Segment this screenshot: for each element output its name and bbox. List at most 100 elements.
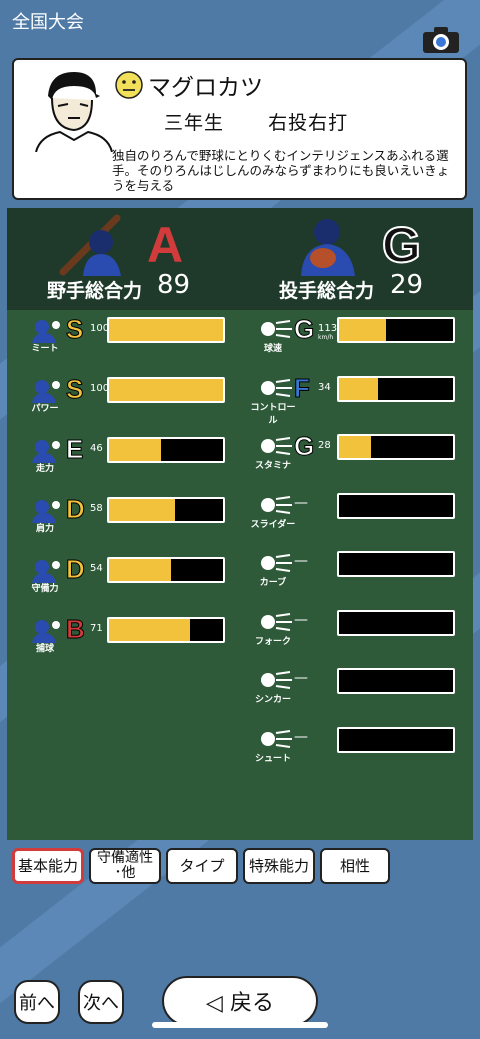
fielder-stat-rank: B: [66, 614, 86, 645]
fielder-stat-bar-fill: [109, 499, 176, 521]
pitcher-stat-label: カーブ: [259, 578, 287, 588]
tab-type[interactable]: タイプ: [166, 848, 238, 884]
camera-icon[interactable]: [422, 26, 460, 54]
pitcher-stat-bar: [337, 492, 455, 519]
next-button[interactable]: 次へ: [78, 980, 124, 1024]
pitcher-stat-bar-fill: [339, 377, 378, 400]
fielder-stat-label: 走力: [35, 464, 54, 474]
fielder-stat-value: 54: [90, 563, 103, 574]
pitcher-stat-bar: [337, 551, 455, 577]
pitcher-stat-rank: G: [293, 431, 315, 462]
fielder-stat-value: 46: [90, 443, 103, 454]
tab-special-ability[interactable]: 特殊能力: [243, 848, 315, 884]
fielder-row: ミート S 100: [22, 314, 227, 354]
pitcher-stat-value: 34: [318, 381, 331, 393]
pitcher-overall-rank: G: [381, 216, 422, 274]
pitcher-stat-bar: [337, 317, 455, 343]
fielder-stat-rank: S: [65, 314, 84, 345]
fielder-overall-label: 野手総合力: [47, 280, 143, 302]
pitcher-icon: [301, 219, 355, 276]
fielder-overall-rank: A: [147, 217, 184, 273]
pitcher-stat-rank: G: [293, 314, 315, 345]
pitcher-stat-bar-fill: [339, 436, 371, 458]
fielder-stat-bar-fill: [109, 619, 190, 641]
pitcher-stat-label: スタミナ: [254, 461, 291, 471]
pitcher-row: フォーク —: [250, 609, 457, 647]
pitcher-row: スライダー —: [250, 492, 457, 530]
pitcher-stat-bar: [337, 375, 455, 402]
pitcher-row: コントロール F 34: [250, 372, 457, 426]
fielder-stat-bar-fill: [109, 559, 171, 581]
fielder-stat-label: 捕球: [35, 644, 54, 654]
fielder-stat-bar-fill: [109, 319, 223, 341]
pitcher-stat-value: 28: [318, 440, 331, 451]
batter-icon: [59, 214, 121, 276]
fielder-stat-value: 58: [90, 503, 103, 514]
fielder-stat-bar: [107, 617, 225, 643]
player-grade-hand: 三年生 右投右打: [164, 108, 348, 135]
pitcher-row: シンカー —: [250, 668, 457, 705]
pitcher-stat-rank: F: [294, 372, 311, 403]
fielder-row: 守備力 D 54: [22, 554, 227, 594]
pitcher-stat-value: 113: [318, 323, 338, 334]
home-indicator: [152, 1022, 328, 1028]
fielder-stat-bar-fill: [109, 379, 223, 401]
pitcher-stat-value: —: [294, 553, 308, 569]
pitcher-stat-label: シンカー: [254, 695, 291, 705]
tab-compatibility[interactable]: 相性: [320, 848, 390, 884]
pitcher-overall-value: 29: [390, 270, 424, 300]
pitcher-stat-bar: [337, 609, 455, 636]
pitcher-stat-label: コントロール: [250, 402, 296, 426]
pitcher-row: カーブ —: [250, 551, 457, 588]
neutral-mood-icon: [115, 71, 143, 99]
fielder-stat-bar-fill: [109, 439, 162, 461]
pitcher-stat-value: —: [294, 728, 308, 745]
pitcher-stat-value: —: [294, 611, 308, 628]
pitcher-stat-bar: [337, 434, 455, 460]
pitcher-stat-unit: km/h: [318, 334, 334, 341]
fielder-stat-bar: [107, 497, 225, 523]
player-profile-card: マグロカツ 三年生 右投右打 独自のりろんで野球にとりくむインテリジェンスあふれ…: [12, 58, 467, 200]
pitcher-overall-label: 投手総合力: [279, 280, 375, 302]
fielder-stat-value: 71: [90, 623, 103, 634]
pitcher-stat-bar: [337, 668, 455, 694]
pitcher-row: スタミナ G 28: [250, 431, 457, 471]
fielder-stat-bar: [107, 377, 225, 403]
back-button[interactable]: ◁ 戻る: [162, 976, 318, 1026]
pitcher-stat-bar: [337, 726, 455, 753]
tab-basic-ability[interactable]: 基本能力: [12, 848, 84, 884]
fielder-stat-label: 肩力: [35, 524, 54, 534]
player-hand: 右投右打: [268, 112, 349, 134]
player-grade: 三年生: [164, 112, 225, 134]
player-description: 独自のりろんで野球にとりくむインテリジェンスあふれる選手。そのりろんはじしんのみ…: [112, 148, 450, 193]
pitcher-stat-value: —: [294, 670, 308, 686]
pitcher-stat-label: 球速: [263, 344, 282, 354]
pitcher-stat-value: —: [294, 494, 308, 511]
player-name: マグロカツ: [148, 75, 263, 101]
fielder-row: パワー S 100: [22, 374, 227, 414]
fielder-stat-rank: D: [66, 494, 86, 525]
fielder-stat-label: パワー: [31, 404, 59, 414]
pitcher-stat-bar-fill: [339, 319, 386, 341]
fielder-stat-rank: E: [65, 434, 84, 465]
fielder-stat-rank: D: [66, 554, 86, 585]
fielder-stat-label: ミート: [31, 344, 59, 354]
fielder-stat-bar: [107, 437, 225, 463]
screen-title: 全国大会: [12, 12, 84, 33]
pitcher-row: 球速 G 113 km/h: [250, 314, 457, 354]
fielder-stat-label: 守備力: [31, 584, 59, 594]
fielder-row: 肩力 D 58: [22, 494, 227, 534]
pitcher-stat-label: シュート: [254, 753, 291, 764]
pitcher-row: シュート —: [250, 726, 457, 764]
fielder-overall-value: 89: [157, 270, 191, 300]
fielder-row: 捕球 B 71: [22, 614, 227, 654]
overall-header: A 野手総合力 89 G 投手総合力 29: [7, 208, 473, 310]
fielder-stat-bar: [107, 317, 225, 343]
pitcher-stat-label: フォーク: [254, 636, 291, 647]
tab-defense-aptitude[interactable]: 守備適性 ･他: [89, 848, 161, 884]
pitcher-stat-label: スライダー: [250, 519, 296, 530]
fielder-stat-rank: S: [65, 374, 84, 405]
player-portrait-icon: [35, 72, 113, 152]
prev-button[interactable]: 前へ: [14, 980, 60, 1024]
fielder-stat-bar: [107, 557, 225, 583]
